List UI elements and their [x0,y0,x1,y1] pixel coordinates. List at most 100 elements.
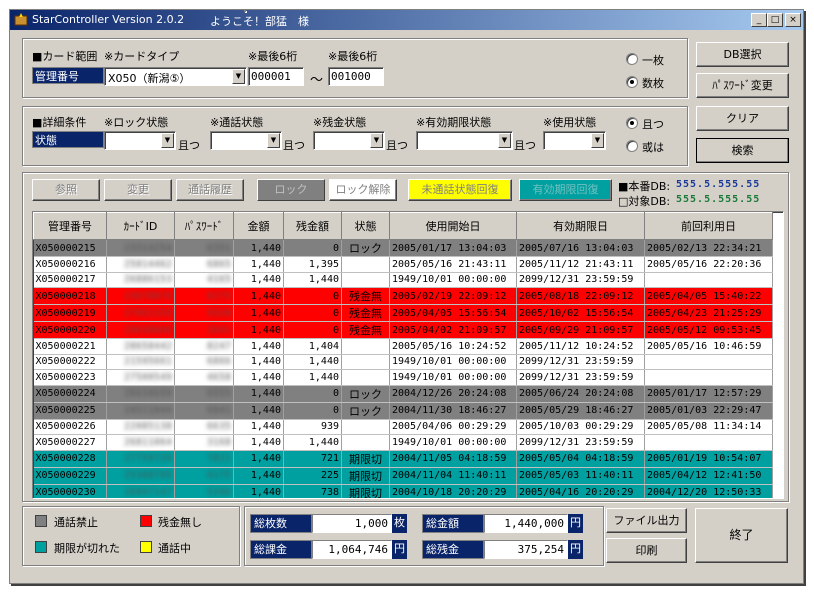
cell-card: 23314254 [106,239,175,257]
table-row[interactable]: X050000218 23678876 6275 1,440 0 残金無 2005/02/1… [33,287,773,305]
cell-expiry: 2099/12/31 23:59:59 [516,354,645,370]
cell-amount: 1,440 [233,467,284,485]
column-header[interactable]: 使用開始日 [389,212,517,240]
column-header[interactable]: 前回利用日 [644,212,773,240]
cell-id: X050000218 [33,287,107,305]
cell-expiry: 2005/08/18 22:09:12 [516,287,645,305]
cell-card: 28658442 [106,338,175,355]
column-header[interactable]: 金額 [233,212,284,240]
uncall-restore-button[interactable]: 未通話状態回復 [408,179,512,201]
close-button[interactable]: × [785,13,801,27]
ref-button[interactable]: 参照 [32,179,100,201]
change-button[interactable]: 変更 [104,179,172,201]
minimize-button[interactable]: _ [751,13,767,27]
legend-call-banned: 通話禁止 [54,516,98,529]
total-count-value: 1,000 [312,514,392,533]
password-change-button[interactable]: ﾊﾟｽﾜｰﾄﾞ変更 [696,73,789,98]
cell-rest: 1,440 [283,434,342,451]
table-row[interactable]: X050000230 26047147 5346 1,440 738 期限切 2004/10… [33,484,773,498]
column-header[interactable]: 管理番号 [33,212,107,240]
cell-card: 27759726 [106,450,175,468]
cell-amount: 1,440 [233,354,284,370]
table-row[interactable]: X050000229 25388705 6175 1,440 225 期限切 2004/11… [33,467,773,485]
column-header[interactable]: 残金額 [283,212,342,240]
cell-expiry: 2005/05/29 18:46:27 [516,402,645,420]
main-window: StarController Version 2.0.2 ようこそ！部猛 様 _… [9,9,804,584]
card-type-select[interactable]: X050（新潟⑤） ▼ [104,67,247,86]
cell-pw: 6351 [174,239,234,257]
cell-expiry: 2005/11/12 10:24:52 [516,338,645,355]
cell-amount: 1,440 [233,239,284,257]
cell-start: 2004/12/26 20:24:08 [389,385,517,403]
cell-last [644,369,773,386]
cell-start: 1949/10/01 00:00:00 [389,369,517,386]
cell-pw: 6866 [174,354,234,370]
call-history-button[interactable]: 通話履歴 [176,179,244,201]
radio-single[interactable] [626,53,638,65]
cell-expiry: 2005/07/16 13:04:03 [516,239,645,257]
table-row[interactable]: X050000223 27500549 4658 1,440 1,440 1949/10/… [33,369,773,386]
cell-amount: 1,440 [233,369,284,386]
cell-last: 2005/05/08 11:34:14 [644,419,773,435]
expiry-state-select[interactable]: ▼ [416,131,513,150]
cell-amount: 1,440 [233,419,284,435]
db-select-button[interactable]: DB選択 [696,42,789,67]
cell-status [341,354,390,370]
maximize-button[interactable]: □ [767,13,783,27]
cell-last [644,434,773,451]
unlock-button[interactable]: ロック解除 [329,179,397,201]
chevron-down-icon[interactable]: ▼ [267,133,280,148]
use-state-select[interactable]: ▼ [543,131,606,150]
cell-card: 27952155 [106,304,175,322]
balance-state-select[interactable]: ▼ [313,131,385,150]
cell-id: X050000220 [33,321,107,339]
clear-button[interactable]: クリア [696,106,789,131]
results-table[interactable]: 管理番号 ｶｰﾄﾞID ﾊﾟｽﾜｰﾄﾞ 金額 残金額 状態 使用開始日 有効期限日 前回利用日 … [32,211,784,499]
title-bar[interactable]: StarController Version 2.0.2 ようこそ！部猛 様 _… [10,10,803,30]
table-row[interactable]: X050000217 26886153 4165 1,440 1,440 1949/10/… [33,272,773,288]
cell-status: ロック [341,402,390,420]
chevron-down-icon[interactable]: ▼ [161,133,174,148]
table-row[interactable]: X050000216 25814462 6865 1,440 1,395 2005/05/… [33,256,773,273]
radio-multi-label: 数枚 [642,77,664,90]
total-charge-value: 1,064,746 [312,540,392,559]
lock-button[interactable]: ロック [257,179,325,201]
chevron-down-icon[interactable]: ▼ [591,133,604,148]
chevron-down-icon[interactable]: ▼ [370,133,383,148]
table-row[interactable]: X050000226 22085138 6635 1,440 939 2005/04/06… [33,419,773,435]
table-row[interactable]: X050000228 27759726 7821 1,440 721 期限切 2004/11… [33,450,773,468]
table-row[interactable]: X050000221 28658442 8247 1,440 1,404 2005/05/… [33,338,773,355]
cell-start: 2005/04/02 21:09:57 [389,321,517,339]
table-row[interactable]: X050000220 29630666 2641 1,440 0 残金無 2005/04/0… [33,321,773,339]
cell-id: X050000223 [33,369,107,386]
column-header[interactable]: ﾊﾟｽﾜｰﾄﾞ [174,212,234,240]
table-row[interactable]: X050000227 26811064 3168 1,440 1,440 1949/10/… [33,434,773,451]
chevron-down-icon[interactable]: ▼ [232,69,245,84]
lock-state-select[interactable]: ▼ [104,131,176,150]
search-button[interactable]: 検索 [696,138,789,163]
print-button[interactable]: 印刷 [606,538,687,563]
call-state-label: ※通話状態 [210,116,264,129]
column-header[interactable]: 状態 [341,212,390,240]
file-output-button[interactable]: ファイル出力 [606,508,687,533]
exit-button[interactable]: 終了 [695,508,788,563]
radio-multi[interactable] [626,76,638,88]
cell-status [341,434,390,451]
expiry-restore-button[interactable]: 有効期限回復 [519,179,612,201]
table-row[interactable]: X050000224 26634659 6555 1,440 0 ロック 2004/12/2… [33,385,773,403]
call-state-select[interactable]: ▼ [210,131,282,150]
column-header[interactable]: ｶｰﾄﾞID [106,212,175,240]
table-row[interactable]: X050000222 21595661 6866 1,440 1,440 1949/10/… [33,354,773,370]
total-count-label: 総枚数 [250,514,312,533]
table-row[interactable]: X050000219 27952155 5528 1,440 0 残金無 2005/04/0… [33,304,773,322]
main-db-value: 555.5.555.55 [676,179,761,190]
chevron-down-icon[interactable]: ▼ [498,133,511,148]
cell-id: X050000228 [33,450,107,468]
table-row[interactable]: X050000225 24511044 6841 1,440 0 ロック 2004/11/3… [33,402,773,420]
radio-or[interactable] [626,140,638,152]
last6-from-input[interactable]: 000001 [248,67,304,86]
table-row[interactable]: X050000215 23314254 6351 1,440 0 ロック 2005/01/1… [33,239,773,257]
column-header[interactable]: 有効期限日 [516,212,645,240]
last6-to-input[interactable]: 001000 [328,67,384,86]
radio-and[interactable] [626,117,638,129]
